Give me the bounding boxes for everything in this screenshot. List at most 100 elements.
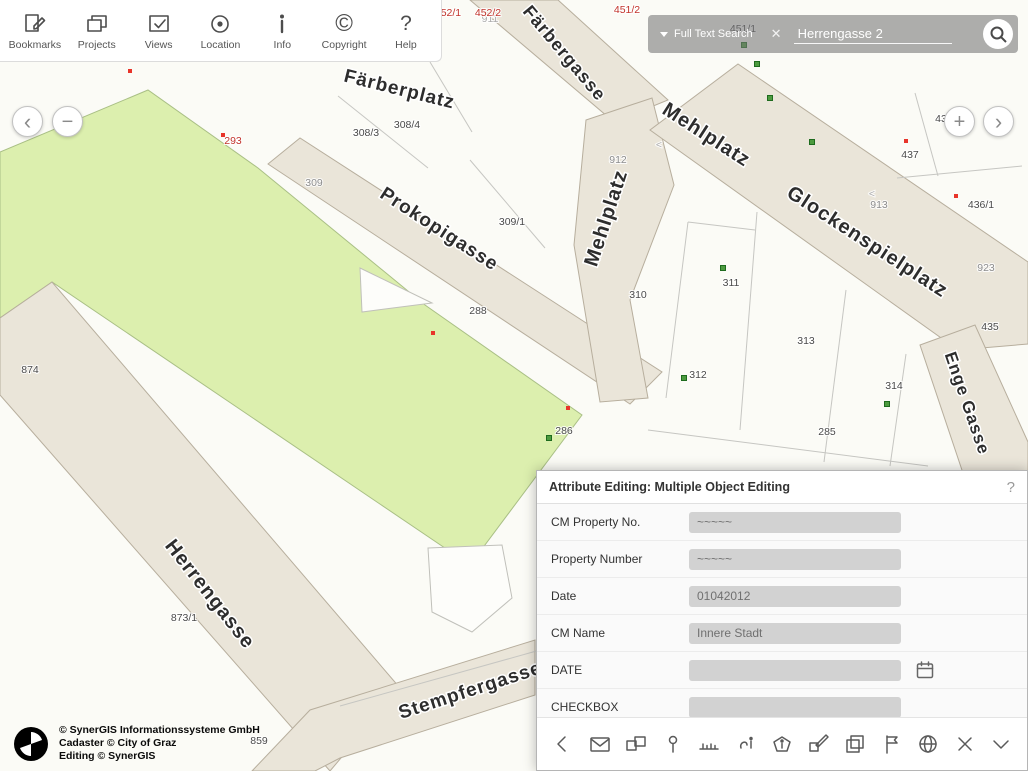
collapse-button[interactable]	[988, 731, 1014, 757]
panel-title: Attribute Editing: Multiple Object Editi…	[549, 480, 790, 494]
panel-header: Attribute Editing: Multiple Object Editi…	[537, 471, 1027, 504]
field-label: Date	[551, 589, 689, 603]
search-clear-button[interactable]: ✕	[771, 26, 782, 42]
copyright-icon: ©	[331, 11, 357, 37]
form-row: DATE	[537, 652, 1027, 689]
field-label: CM Name	[551, 626, 689, 640]
chevron-left-icon	[551, 732, 575, 756]
panel-help-button[interactable]: ?	[1007, 479, 1015, 496]
red-point-marker	[566, 406, 570, 410]
ruler-icon	[697, 732, 721, 756]
projects-icon	[84, 11, 110, 37]
panel-toolbar	[537, 717, 1027, 770]
help-icon: ?	[393, 11, 419, 37]
copy-object-button[interactable]	[842, 731, 868, 757]
toolbar-item-views[interactable]: Views	[129, 11, 189, 51]
parcel-label: 313	[797, 335, 815, 347]
form-row: Property Number ~~~~~	[537, 541, 1027, 578]
checkbox-field[interactable]	[689, 697, 901, 718]
main-toolbar: Bookmarks Projects Views Location Info	[0, 0, 442, 62]
parcel-label: 310	[629, 289, 647, 301]
measure-button[interactable]	[696, 731, 722, 757]
flag-icon	[880, 732, 904, 756]
calendar-button[interactable]	[915, 660, 935, 680]
parcel-label: 311	[723, 277, 740, 289]
close-button[interactable]	[952, 731, 978, 757]
cm-name-field[interactable]: Innere Stadt	[689, 623, 901, 644]
merge-objects-button[interactable]	[623, 731, 649, 757]
pan-right-button[interactable]: ›	[983, 106, 1014, 137]
field-label: CHECKBOX	[551, 700, 689, 714]
previous-object-button[interactable]	[550, 731, 576, 757]
parcel-label: 913	[870, 199, 888, 211]
send-mail-button[interactable]	[587, 731, 613, 757]
views-icon	[146, 11, 172, 37]
search-mode-dropdown[interactable]: Full Text Search	[660, 28, 753, 40]
field-label: DATE	[551, 663, 689, 677]
parcel-label: 436/1	[968, 199, 994, 211]
green-point-marker	[682, 376, 687, 381]
parcel-label: 308/4	[394, 119, 420, 131]
green-point-marker	[755, 62, 760, 67]
chevron-down-icon	[660, 32, 668, 37]
form-row: CM Property No. ~~~~~	[537, 504, 1027, 541]
merge-objects-icon	[624, 732, 648, 756]
object-info-icon	[770, 732, 794, 756]
pin-icon	[661, 732, 685, 756]
toolbar-item-bookmarks[interactable]: Bookmarks	[5, 11, 65, 51]
red-point-marker	[954, 194, 958, 198]
redline-button[interactable]	[733, 731, 759, 757]
app-window: 293304307308/1308/3308/4309309/191191291…	[0, 0, 1028, 771]
parcel-label: 288	[469, 305, 487, 317]
parcel-label: 314	[885, 380, 903, 392]
parcel-label: <	[869, 188, 875, 200]
search-icon	[989, 25, 1007, 43]
bookmark-flag-button[interactable]	[879, 731, 905, 757]
attribute-editing-panel: Attribute Editing: Multiple Object Editi…	[536, 470, 1028, 771]
copy-icon	[843, 732, 867, 756]
toolbar-item-help[interactable]: ? Help	[376, 11, 436, 51]
edit-geometry-button[interactable]	[806, 731, 832, 757]
pan-left-button[interactable]: ‹	[12, 106, 43, 137]
synergis-logo-icon	[12, 725, 50, 763]
chevron-down-icon	[989, 732, 1013, 756]
field-label: Property Number	[551, 552, 689, 566]
toolbar-item-label: Location	[201, 39, 241, 51]
bookmarks-icon	[22, 11, 48, 37]
toolbar-item-label: Projects	[78, 39, 116, 51]
search-mode-label: Full Text Search	[674, 28, 753, 40]
toolbar-item-label: Views	[145, 39, 173, 51]
search-input[interactable]	[794, 24, 952, 44]
toolbar-item-info[interactable]: Info	[252, 11, 312, 51]
zoom-in-button[interactable]: +	[944, 106, 975, 137]
search-submit-button[interactable]	[983, 19, 1013, 49]
toolbar-item-projects[interactable]: Projects	[67, 11, 127, 51]
green-point-marker	[721, 266, 726, 271]
parcel-label: 437	[901, 149, 919, 161]
mail-icon	[588, 732, 612, 756]
parcel-label: 308/3	[353, 127, 379, 139]
parcel-label: 312	[689, 369, 707, 381]
parcel-label: 451/2	[614, 4, 640, 16]
toolbar-item-copyright[interactable]: © Copyright	[314, 11, 374, 51]
toolbar-item-label: Bookmarks	[9, 39, 62, 51]
info-icon	[269, 11, 295, 37]
parcel-label: 286	[555, 425, 573, 437]
parcel-label: 452/2	[475, 7, 501, 19]
date-field[interactable]: 01042012	[689, 586, 901, 607]
object-info-button[interactable]	[769, 731, 795, 757]
parcel-label: 293	[224, 135, 242, 147]
form-row: CM Name Innere Stadt	[537, 615, 1027, 652]
red-point-marker	[128, 69, 132, 73]
toolbar-item-location[interactable]: Location	[190, 11, 250, 51]
toolbar-item-label: Info	[274, 39, 292, 51]
cm-property-no-field[interactable]: ~~~~~	[689, 512, 901, 533]
green-point-marker	[547, 436, 552, 441]
property-number-field[interactable]: ~~~~~	[689, 549, 901, 570]
pin-button[interactable]	[660, 731, 686, 757]
zoom-out-button[interactable]: −	[52, 106, 83, 137]
web-globe-button[interactable]	[915, 731, 941, 757]
green-point-marker	[768, 96, 773, 101]
date-picker-field[interactable]	[689, 660, 901, 681]
parcel-label: 912	[609, 154, 627, 166]
